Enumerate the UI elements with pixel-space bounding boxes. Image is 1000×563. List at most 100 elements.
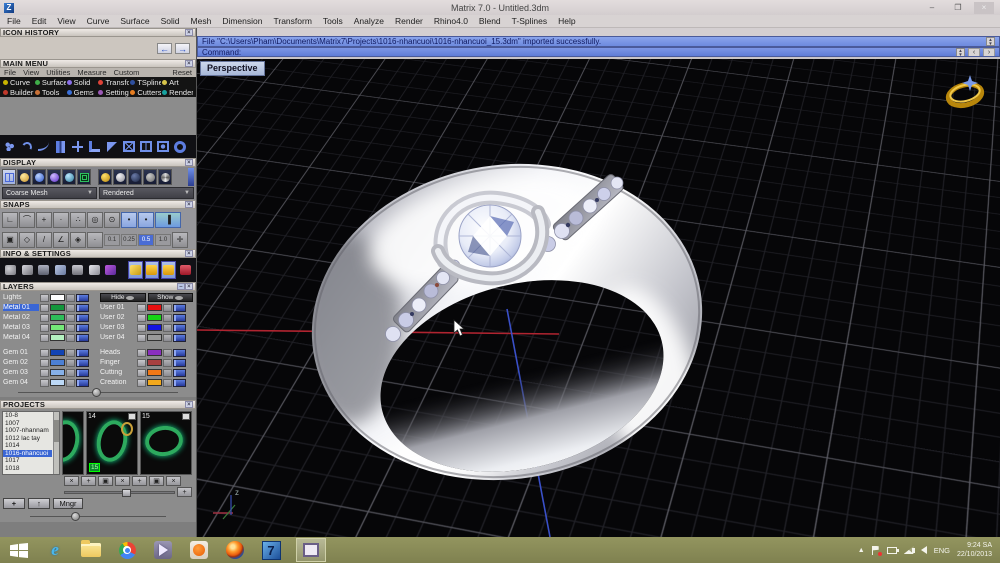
- shaded-purple-icon[interactable]: [47, 169, 61, 185]
- mm-view[interactable]: View: [23, 68, 39, 77]
- manager-button[interactable]: Mngr: [53, 498, 83, 509]
- lock-icon[interactable]: [66, 334, 75, 342]
- lock-icon[interactable]: [163, 359, 172, 367]
- layers-panel-header[interactable]: LAYERS – ×: [0, 282, 196, 291]
- file-explorer-icon[interactable]: [80, 540, 102, 560]
- menu-dimension[interactable]: Dimension: [222, 16, 262, 26]
- cat-transform[interactable]: Transform: [98, 78, 129, 87]
- layer-row-finger[interactable]: Finger: [100, 358, 193, 367]
- active-window-button[interactable]: [296, 538, 326, 562]
- delete-thumb-icon[interactable]: ×: [115, 476, 130, 486]
- snap-line-icon[interactable]: /: [36, 232, 52, 248]
- color-swatch[interactable]: [147, 379, 162, 386]
- next-command-icon[interactable]: ›: [983, 48, 995, 57]
- options-gear-icon[interactable]: [3, 261, 18, 279]
- expand-icon[interactable]: [40, 304, 49, 312]
- silver-material-icon[interactable]: [113, 169, 127, 185]
- expand-icon[interactable]: [137, 324, 146, 332]
- expand-icon[interactable]: [40, 379, 49, 387]
- cat-builder[interactable]: Builder: [3, 88, 34, 97]
- visibility-toggle[interactable]: [76, 359, 89, 367]
- layer-row-gem01[interactable]: Gem 01: [3, 348, 96, 357]
- visibility-toggle[interactable]: [173, 359, 186, 367]
- cat-surface[interactable]: Surface: [35, 78, 66, 87]
- menu-tools[interactable]: Tools: [323, 16, 343, 26]
- layer-row-user01[interactable]: User 01: [100, 303, 193, 312]
- wireframe-icon[interactable]: [2, 169, 16, 185]
- menu-edit[interactable]: Edit: [32, 16, 47, 26]
- icon-history-panel-header[interactable]: ICON HISTORY ×: [0, 28, 196, 37]
- menu-help[interactable]: Help: [558, 16, 575, 26]
- visibility-toggle[interactable]: [76, 304, 89, 312]
- close-button[interactable]: ×: [974, 2, 994, 14]
- layer-row-lights[interactable]: Lights: [3, 293, 96, 302]
- info-settings-close-icon[interactable]: ×: [185, 250, 193, 257]
- lock-icon[interactable]: [66, 314, 75, 322]
- color-swatch[interactable]: [50, 314, 65, 321]
- visibility-toggle[interactable]: [173, 304, 186, 312]
- color-swatch[interactable]: [50, 334, 65, 341]
- wrench-icon[interactable]: [20, 261, 35, 279]
- torus-icon[interactable]: [172, 138, 187, 155]
- increment-1.0[interactable]: 1.0: [155, 234, 171, 246]
- perspective-viewport[interactable]: z Perspective: [197, 59, 1000, 537]
- chrome-material-icon[interactable]: [158, 169, 172, 185]
- cat-tools[interactable]: Tools: [35, 88, 66, 97]
- snaps-close-icon[interactable]: ×: [185, 201, 193, 208]
- layers-close-icon[interactable]: ×: [185, 283, 193, 290]
- color-swatch[interactable]: [147, 369, 162, 376]
- slider-handle[interactable]: [71, 512, 80, 521]
- delete-thumb-icon[interactable]: ×: [166, 476, 181, 486]
- layers-minimize-icon[interactable]: –: [177, 283, 185, 290]
- projects-list-scrollbar[interactable]: [53, 412, 59, 474]
- pointer-icon[interactable]: [128, 261, 143, 279]
- add-project-button[interactable]: +: [3, 498, 25, 509]
- layer-row-metal01[interactable]: Metal 01: [3, 303, 96, 312]
- snap-near-icon[interactable]: ⌒: [19, 212, 35, 228]
- cat-art[interactable]: Art: [162, 78, 193, 87]
- snap-mid-icon[interactable]: ·: [53, 212, 69, 228]
- hscroll-plus-icon[interactable]: +: [177, 487, 192, 497]
- extract-icon[interactable]: [155, 138, 170, 155]
- speaker-icon[interactable]: [921, 546, 927, 554]
- notes-icon[interactable]: [87, 261, 102, 279]
- layer-row-gem04[interactable]: Gem 04: [3, 378, 96, 387]
- cat-cutters[interactable]: Cutters: [130, 88, 161, 97]
- cat-curve[interactable]: Curve: [3, 78, 34, 87]
- menu-surface[interactable]: Surface: [120, 16, 149, 26]
- command-history-line[interactable]: File "C:\Users\Pham\Documents\Matrix7\Pr…: [197, 36, 1000, 47]
- visibility-toggle[interactable]: [76, 349, 89, 357]
- visibility-toggle[interactable]: [173, 369, 186, 377]
- visibility-toggle[interactable]: [76, 334, 89, 342]
- action-center-flag-icon[interactable]: [872, 546, 880, 555]
- snap-angle-icon[interactable]: ∠: [53, 232, 69, 248]
- menu-view[interactable]: View: [57, 16, 75, 26]
- show-button[interactable]: Show: [148, 293, 194, 302]
- command-input-line[interactable]: Command: ▲▼ ‹ ›: [197, 47, 1000, 57]
- minimize-button[interactable]: –: [922, 2, 942, 14]
- visibility-toggle[interactable]: [173, 349, 186, 357]
- shaded-blue-icon[interactable]: [32, 169, 46, 185]
- cat-render[interactable]: Render: [162, 88, 193, 97]
- increment-0.1[interactable]: 0.1: [104, 234, 120, 246]
- box-icon[interactable]: [53, 261, 68, 279]
- expand-icon[interactable]: [137, 379, 146, 387]
- increment-0.5[interactable]: 0.5: [138, 234, 154, 246]
- lock-icon[interactable]: [66, 294, 75, 302]
- list-item-selected[interactable]: 1016-nhancuoi: [3, 450, 52, 458]
- snap-center-icon[interactable]: ∴: [70, 212, 86, 228]
- snaps-panel-header[interactable]: SNAPS ×: [0, 200, 196, 209]
- list-item[interactable]: 1018: [3, 465, 52, 473]
- snap-tan-icon[interactable]: •: [121, 212, 137, 228]
- visibility-toggle[interactable]: [76, 324, 89, 332]
- color-swatch[interactable]: [50, 349, 65, 356]
- expand-icon[interactable]: [128, 413, 136, 420]
- layer-row-cutting[interactable]: Cutting: [100, 368, 193, 377]
- color-swatch[interactable]: [147, 334, 162, 341]
- visibility-toggle[interactable]: [173, 334, 186, 342]
- color-swatch[interactable]: [50, 379, 65, 386]
- panel-icon[interactable]: [70, 261, 85, 279]
- expand-icon[interactable]: [137, 359, 146, 367]
- expand-icon[interactable]: [137, 304, 146, 312]
- history-out-icon[interactable]: [161, 261, 176, 279]
